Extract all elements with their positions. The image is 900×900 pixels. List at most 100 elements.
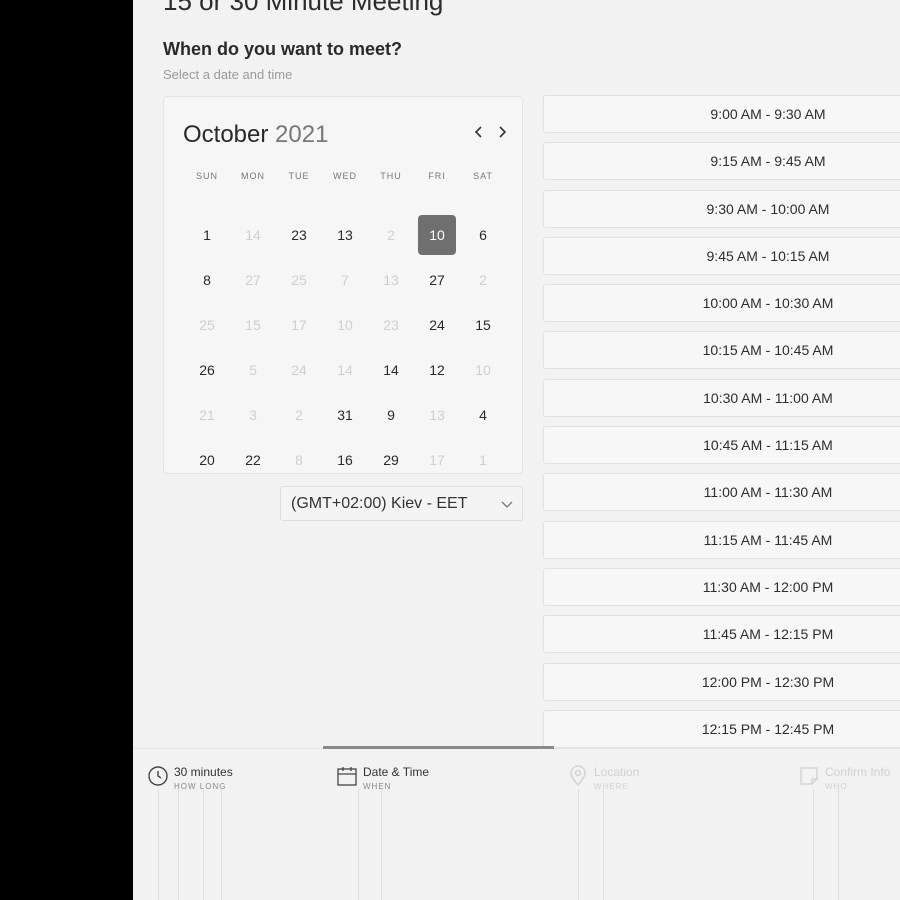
calendar-day-number: 25 bbox=[291, 271, 307, 288]
weekday-label: FRI bbox=[428, 171, 446, 181]
calendar-grid: SUN MON TUE WED THU FRI SAT 1 14 23 13 2 10 6 8 27 25 7 13… bbox=[184, 167, 506, 482]
calendar-day[interactable]: 20 bbox=[184, 437, 230, 482]
calendar-day-number: 13 bbox=[337, 226, 353, 243]
calendar-day-number: 10 bbox=[475, 361, 491, 378]
decorative-line bbox=[578, 789, 579, 900]
time-slot-button[interactable]: 11:30 AM - 12:00 PM bbox=[543, 567, 900, 606]
time-slot-label: 9:15 AM - 9:45 AM bbox=[710, 153, 826, 170]
calendar-day-number: 24 bbox=[291, 361, 307, 378]
calendar-day: 8 bbox=[276, 437, 322, 482]
calendar-day-number: 2 bbox=[295, 406, 303, 423]
calendar-day: 7 bbox=[322, 257, 368, 302]
time-slot-button[interactable]: 9:45 AM - 10:15 AM bbox=[543, 236, 900, 275]
calendar-day[interactable]: 14 bbox=[368, 347, 414, 392]
calendar-day-number: 8 bbox=[295, 451, 303, 468]
decorative-line bbox=[158, 789, 159, 900]
calendar-day-number: 9 bbox=[387, 406, 395, 423]
calendar-month-year: October 2021 bbox=[183, 121, 328, 149]
decorative-line bbox=[813, 789, 814, 900]
calendar-day[interactable]: 27 bbox=[414, 257, 460, 302]
note-icon bbox=[800, 767, 818, 785]
time-slot-button[interactable]: 10:45 AM - 11:15 AM bbox=[543, 426, 900, 465]
calendar-day-number: 17 bbox=[429, 451, 445, 468]
calendar-day[interactable]: 26 bbox=[184, 347, 230, 392]
calendar-day-number: 3 bbox=[249, 406, 257, 423]
time-slot-label: 11:00 AM - 11:30 AM bbox=[703, 484, 833, 501]
calendar-day: 2 bbox=[368, 212, 414, 257]
calendar-day[interactable]: 12 bbox=[414, 347, 460, 392]
time-slot-button[interactable]: 12:00 PM - 12:30 PM bbox=[543, 662, 900, 701]
calendar-day-number: 16 bbox=[337, 451, 353, 468]
calendar-month: October bbox=[183, 121, 269, 148]
calendar-day[interactable]: 24 bbox=[414, 302, 460, 347]
time-slot-button[interactable]: 11:15 AM - 11:45 AM bbox=[543, 520, 900, 559]
calendar-day[interactable]: 1 bbox=[184, 212, 230, 257]
calendar-day: 3 bbox=[230, 392, 276, 437]
timezone-value: (GMT+02:00) Kiev - EET bbox=[291, 495, 468, 512]
time-slot-label: 10:15 AM - 10:45 AM bbox=[702, 342, 834, 359]
step-label: 30 minutes bbox=[174, 765, 233, 779]
calendar-day-number: 13 bbox=[429, 406, 445, 423]
decorative-line bbox=[838, 789, 839, 900]
timezone-select[interactable]: (GMT+02:00) Kiev - EET bbox=[280, 486, 523, 521]
weekday-label: MON bbox=[241, 171, 265, 181]
time-slot-label: 10:45 AM - 11:15 AM bbox=[703, 437, 833, 454]
calendar-day-number: 6 bbox=[479, 226, 487, 243]
chevron-left-icon[interactable] bbox=[471, 123, 487, 144]
calendar-day-number: 8 bbox=[203, 271, 211, 288]
step-sublabel: WHEN bbox=[363, 782, 392, 791]
calendar-day-number: 29 bbox=[383, 451, 399, 468]
calendar-day-number: 14 bbox=[245, 226, 261, 243]
calendar-day[interactable]: 8 bbox=[184, 257, 230, 302]
calendar-day: 5 bbox=[230, 347, 276, 392]
calendar-day-number: 13 bbox=[383, 271, 399, 288]
weekday-label: WED bbox=[333, 171, 357, 181]
step-sublabel: WHO bbox=[825, 782, 848, 791]
location-pin-icon bbox=[570, 765, 586, 787]
time-slot-button[interactable]: 10:00 AM - 10:30 AM bbox=[543, 284, 900, 323]
calendar-day: 25 bbox=[276, 257, 322, 302]
calendar-day[interactable]: 4 bbox=[460, 392, 506, 437]
time-slot-button[interactable]: 9:30 AM - 10:00 AM bbox=[543, 189, 900, 228]
time-slot-button[interactable]: 10:15 AM - 10:45 AM bbox=[543, 331, 900, 370]
calendar-day[interactable]: 16 bbox=[322, 437, 368, 482]
time-slot-button[interactable]: 9:00 AM - 9:30 AM bbox=[543, 95, 900, 133]
weekday-label: THU bbox=[380, 171, 402, 181]
calendar-day[interactable]: 13 bbox=[322, 212, 368, 257]
calendar-day: 10 bbox=[460, 347, 506, 392]
time-slot-button[interactable]: 9:15 AM - 9:45 AM bbox=[543, 142, 900, 181]
page-heading: When do you want to meet? bbox=[163, 39, 402, 59]
calendar-day-number: 27 bbox=[245, 271, 261, 288]
step-label: Date & Time bbox=[363, 765, 430, 779]
calendar-day[interactable]: 31 bbox=[322, 392, 368, 437]
calendar: October 2021 SUN MON TUE WED THU FRI SAT 1 14 23 1… bbox=[163, 96, 523, 474]
calendar-day[interactable]: 15 bbox=[460, 302, 506, 347]
decorative-line bbox=[203, 789, 204, 900]
chevron-right-icon[interactable] bbox=[494, 123, 510, 144]
calendar-day-number: 14 bbox=[337, 361, 353, 378]
calendar-day-number: 4 bbox=[479, 406, 487, 423]
step-bar: 30 minutes HOW LONG Date & Time WHEN Loc… bbox=[133, 746, 900, 900]
time-slot-label: 11:15 AM - 11:45 AM bbox=[703, 531, 833, 548]
time-slot-button[interactable]: 12:15 PM - 12:45 PM bbox=[543, 709, 900, 748]
step-label: Confirm Info bbox=[825, 765, 891, 779]
calendar-day[interactable]: 6 bbox=[460, 212, 506, 257]
decorative-line bbox=[603, 789, 604, 900]
calendar-day[interactable]: 22 bbox=[230, 437, 276, 482]
calendar-day[interactable]: 29 bbox=[368, 437, 414, 482]
calendar-day-number: 25 bbox=[199, 316, 215, 333]
time-slot-button[interactable]: 11:45 AM - 12:15 PM bbox=[543, 615, 900, 654]
active-step-indicator bbox=[323, 746, 554, 749]
time-slot-button[interactable]: 11:00 AM - 11:30 AM bbox=[543, 473, 900, 512]
calendar-day-number: 7 bbox=[341, 271, 349, 288]
time-slot-button[interactable]: 10:30 AM - 11:00 AM bbox=[543, 378, 900, 417]
calendar-day[interactable]: 9 bbox=[368, 392, 414, 437]
calendar-day[interactable]: 23 bbox=[276, 212, 322, 257]
calendar-day-number: 1 bbox=[479, 451, 487, 468]
time-slot-label: 9:00 AM - 9:30 AM bbox=[710, 106, 826, 122]
calendar-day: 2 bbox=[460, 257, 506, 302]
calendar-day-number: 2 bbox=[479, 271, 487, 288]
time-slot-label: 10:00 AM - 10:30 AM bbox=[702, 295, 834, 312]
calendar-day-selected[interactable]: 10 bbox=[414, 212, 460, 257]
time-slot-label: 9:30 AM - 10:00 AM bbox=[706, 200, 830, 217]
